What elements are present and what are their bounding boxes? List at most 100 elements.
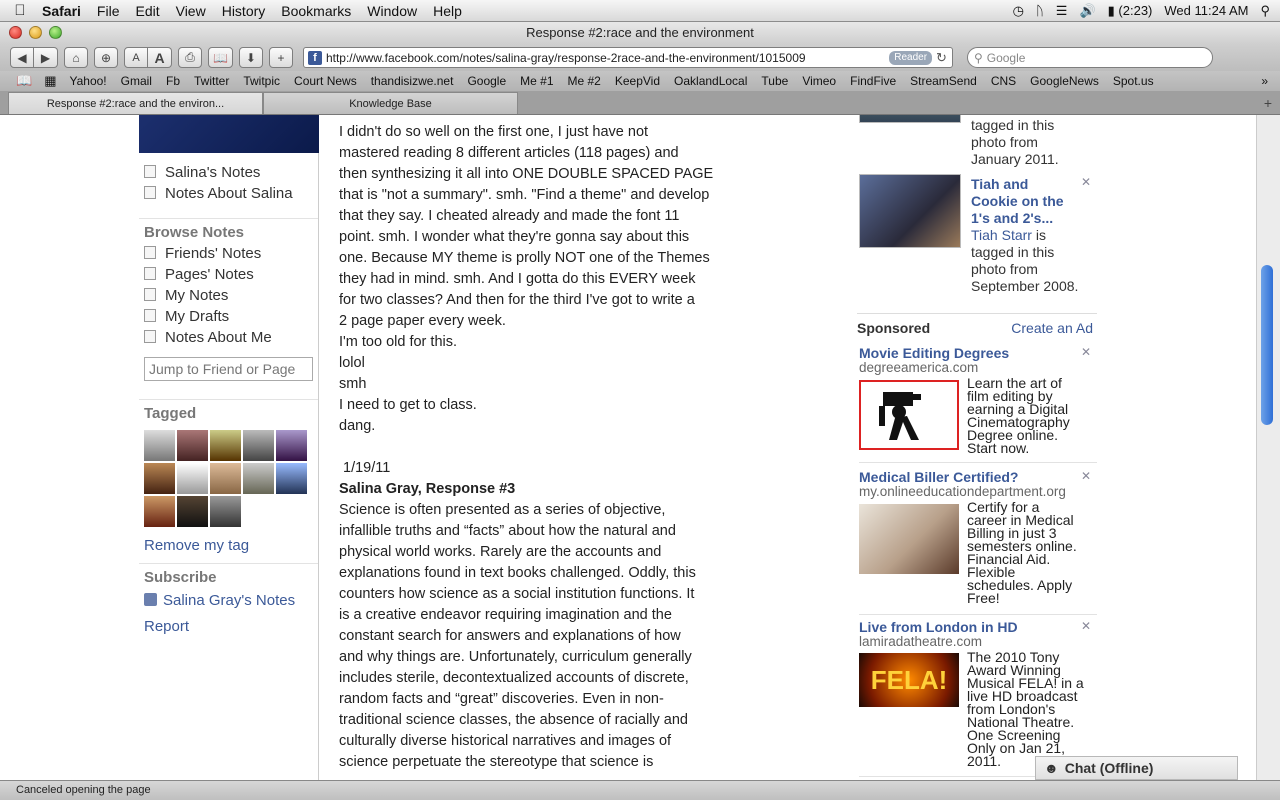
ad-unit[interactable]: Live from London in HD lamiradatheatre.c… (859, 619, 1097, 777)
ad-image[interactable] (859, 380, 959, 450)
more-bookmarks-chevron-icon[interactable]: » (1261, 74, 1280, 88)
tagged-thumb[interactable] (177, 496, 208, 527)
bookmark-item[interactable]: Twitpic (236, 74, 287, 88)
app-menu-safari[interactable]: Safari (40, 3, 89, 19)
ad-unit[interactable]: Medical Biller Certified? my.onlineeduca… (859, 469, 1097, 615)
link-friends-notes[interactable]: Friends' Notes (139, 243, 318, 264)
profile-photo[interactable] (139, 115, 319, 153)
tagged-thumb[interactable] (276, 463, 307, 494)
photo-title-line[interactable]: Cookie on the (971, 193, 1097, 210)
text-smaller-button[interactable]: A (124, 47, 148, 68)
tagged-thumb[interactable] (276, 430, 307, 461)
ad-title[interactable]: Movie Editing Degrees (859, 345, 1097, 361)
bookmark-item[interactable]: Spot.us (1106, 74, 1161, 88)
bluetooth-icon[interactable]: ᚢ (1036, 3, 1044, 18)
bookmark-item[interactable]: Vimeo (795, 74, 843, 88)
link-notes-about-salina[interactable]: Notes About Salina (139, 183, 318, 204)
menu-help[interactable]: Help (425, 3, 470, 19)
new-tab-plus-icon[interactable]: + (1264, 95, 1280, 111)
menu-view[interactable]: View (168, 3, 214, 19)
bookmark-item[interactable]: Google (460, 74, 513, 88)
remove-my-tag-link[interactable]: Remove my tag (139, 535, 318, 557)
close-icon[interactable]: ✕ (1081, 469, 1091, 483)
link-pages-notes[interactable]: Pages' Notes (139, 264, 318, 285)
scrollbar-thumb[interactable] (1261, 265, 1273, 425)
link-my-drafts[interactable]: My Drafts (139, 306, 318, 327)
bookmark-item[interactable]: OaklandLocal (667, 74, 754, 88)
tagged-thumb[interactable] (177, 463, 208, 494)
text-bigger-button[interactable]: A (148, 47, 172, 68)
menu-clock[interactable]: Wed 11:24 AM (1164, 3, 1248, 18)
jump-to-friend-input[interactable]: Jump to Friend or Page (144, 357, 313, 381)
minimize-window-button[interactable] (29, 26, 42, 39)
photo-title-line[interactable]: Tiah and (971, 176, 1097, 193)
tagged-thumb[interactable] (243, 430, 274, 461)
chat-bar[interactable]: ☻ Chat (Offline) (1035, 756, 1238, 780)
bookmark-item[interactable]: Me #1 (513, 74, 560, 88)
reload-icon[interactable]: ↻ (936, 50, 947, 66)
tab-knowledge-base[interactable]: Knowledge Base (263, 92, 518, 114)
spotlight-search-icon[interactable]: ⚲ (1260, 3, 1270, 19)
close-icon[interactable]: ✕ (1081, 345, 1091, 359)
bookmark-item[interactable]: KeepVid (608, 74, 667, 88)
close-window-button[interactable] (9, 26, 22, 39)
bookmark-item[interactable]: Court News (287, 74, 364, 88)
photo-thumbnail[interactable] (859, 174, 961, 248)
bookmark-item[interactable]: Me #2 (561, 74, 608, 88)
create-ad-link[interactable]: Create an Ad (1011, 320, 1093, 336)
subscribe-notes-link[interactable]: Salina Gray's Notes (139, 590, 318, 612)
tagged-thumb[interactable] (144, 496, 175, 527)
ad-unit[interactable]: Movie Editing Degrees degreeamerica.com … (859, 345, 1097, 463)
volume-icon[interactable]: 🔊 (1079, 3, 1095, 19)
bookmark-item[interactable]: StreamSend (903, 74, 984, 88)
reader-button[interactable]: Reader (889, 50, 933, 65)
link-notes-about-me[interactable]: Notes About Me (139, 327, 318, 348)
tagged-thumb[interactable] (210, 463, 241, 494)
ad-image[interactable] (859, 504, 959, 574)
tagged-thumb[interactable] (177, 430, 208, 461)
tagged-thumb[interactable] (243, 463, 274, 494)
new-tab-button[interactable]: + (268, 47, 293, 68)
address-bar[interactable]: f http://www.facebook.com/notes/salina-g… (302, 47, 953, 68)
bookmark-item[interactable]: CNS (984, 74, 1023, 88)
tagged-thumb[interactable] (210, 496, 241, 527)
tagged-thumb[interactable] (210, 430, 241, 461)
menu-history[interactable]: History (214, 3, 274, 19)
bookmark-item[interactable]: Tube (754, 74, 795, 88)
link-salinas-notes[interactable]: Salina's Notes (139, 162, 318, 183)
photo-title-line[interactable]: 1's and 2's... (971, 210, 1097, 227)
print-button[interactable]: ⎙ (178, 47, 202, 68)
bookmark-item[interactable]: FindFive (843, 74, 903, 88)
menu-window[interactable]: Window (359, 3, 425, 19)
top-sites-grid-icon[interactable]: ▦ (38, 73, 62, 89)
menu-edit[interactable]: Edit (127, 3, 167, 19)
menu-bookmarks[interactable]: Bookmarks (273, 3, 359, 19)
link-my-notes[interactable]: My Notes (139, 285, 318, 306)
bookmark-item[interactable]: Gmail (114, 74, 159, 88)
ad-image[interactable]: FELA! (859, 653, 959, 707)
forward-button[interactable]: ▶ (34, 47, 58, 68)
tab-response-2[interactable]: Response #2:race and the environ... (8, 92, 263, 114)
person-link[interactable]: Tiah Starr (971, 227, 1032, 243)
bookmark-item[interactable]: Twitter (187, 74, 236, 88)
bookmark-item[interactable]: Yahoo! (62, 74, 113, 88)
time-machine-icon[interactable]: ◷ (1013, 3, 1024, 19)
apple-icon[interactable]:  (0, 2, 40, 19)
back-button[interactable]: ◀ (10, 47, 34, 68)
reading-list-icon[interactable]: 📖 (10, 73, 38, 89)
vertical-scrollbar[interactable] (1256, 115, 1280, 780)
bookmark-item[interactable]: Fb (159, 74, 187, 88)
downloads-button[interactable]: ⬇ (238, 47, 263, 68)
add-bookmark-button[interactable]: ⊕ (94, 47, 118, 68)
search-field[interactable]: ⚲ Google (966, 47, 1213, 68)
ad-title[interactable]: Live from London in HD (859, 619, 1097, 635)
bookmark-item[interactable]: thandisizwe.net (364, 74, 461, 88)
ad-title[interactable]: Medical Biller Certified? (859, 469, 1097, 485)
show-bookmarks-button[interactable]: 📖 (208, 47, 233, 68)
address-url[interactable]: http://www.facebook.com/notes/salina-gra… (326, 51, 889, 65)
bookmark-item[interactable]: GoogleNews (1023, 74, 1106, 88)
tagged-thumb[interactable] (144, 430, 175, 461)
tagged-thumb[interactable] (144, 463, 175, 494)
wifi-icon[interactable]: ☰ (1056, 3, 1068, 19)
photo-thumbnail[interactable] (859, 115, 961, 123)
